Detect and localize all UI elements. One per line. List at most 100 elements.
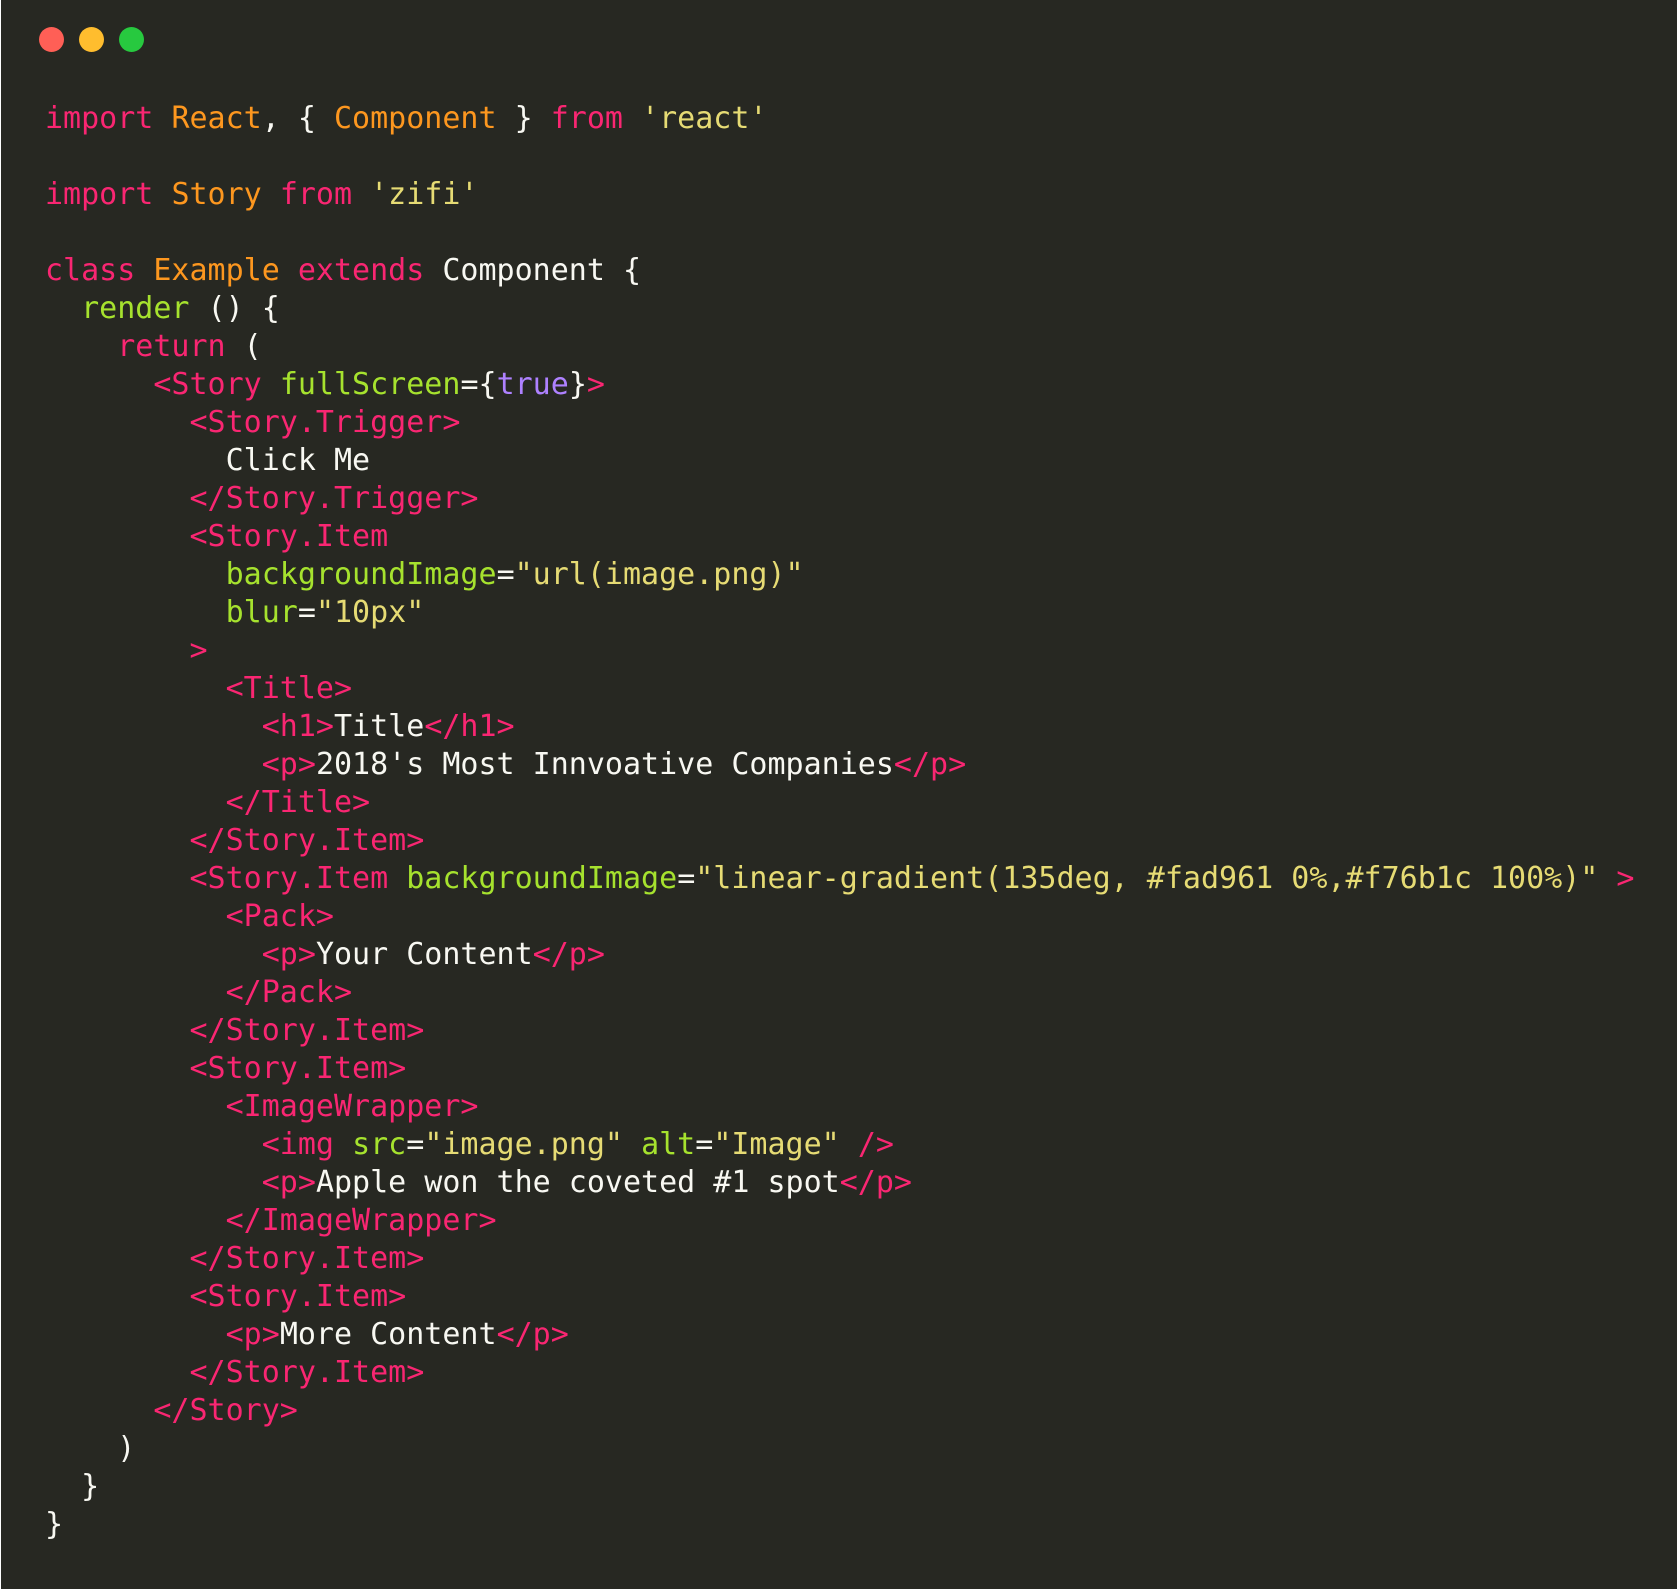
code-token: > <box>189 633 208 668</box>
code-token: </Story.Item> <box>189 1355 425 1390</box>
code-line: ) <box>45 1430 1634 1468</box>
code-token: from <box>550 101 623 136</box>
code-token: </Title> <box>225 785 371 820</box>
code-token: > <box>1616 861 1635 896</box>
code-line: </Story.Item> <box>45 1240 1634 1278</box>
code-token: <Story.Trigger> <box>189 405 461 440</box>
code-line: </Story.Item> <box>45 1012 1634 1050</box>
minimize-button[interactable] <box>79 27 104 52</box>
code-line: <p>More Content</p> <box>45 1316 1634 1354</box>
code-token: extends <box>297 253 425 288</box>
code-token: import <box>45 177 154 212</box>
window-controls <box>39 27 144 52</box>
code-line: return ( <box>45 328 1634 366</box>
code-token: 'zifi' <box>370 177 479 212</box>
code-token: class <box>45 253 136 288</box>
code-line: render () { <box>45 290 1634 328</box>
code-line: <p>Apple won the coveted #1 spot</p> <box>45 1164 1634 1202</box>
code-token: "Image" <box>713 1127 840 1162</box>
code-token: } <box>45 1507 64 1542</box>
code-token: <h1> <box>261 709 334 744</box>
code-line: > <box>45 632 1634 670</box>
code-line: </Story.Item> <box>45 1354 1634 1392</box>
code-token: Component <box>334 101 497 136</box>
code-line: import Story from 'zifi' <box>45 176 1634 214</box>
code-token: , { <box>261 101 334 136</box>
code-token: 2018's Most Innvoative Companies <box>315 747 894 782</box>
code-token: </p> <box>893 747 967 782</box>
code-block: import React, { Component } from 'react'… <box>45 100 1634 1544</box>
code-token: return <box>117 329 226 364</box>
close-button[interactable] <box>39 27 64 52</box>
code-line: </Title> <box>45 784 1634 822</box>
code-line: backgroundImage="url(image.png)" <box>45 556 1634 594</box>
code-token: </Story.Trigger> <box>189 481 479 516</box>
code-token: </Story.Item> <box>189 1241 425 1276</box>
code-token: from <box>279 177 353 212</box>
code-line: blur="10px" <box>45 594 1634 632</box>
code-line: <Story.Item> <box>45 1278 1634 1316</box>
code-line: <ImageWrapper> <box>45 1088 1634 1126</box>
code-line: </Story.Item> <box>45 822 1634 860</box>
code-line: <Story.Item> <box>45 1050 1634 1088</box>
code-token: = <box>496 557 515 592</box>
code-token: Story <box>171 177 262 212</box>
code-token: <img <box>261 1127 334 1162</box>
code-token: ( <box>225 329 262 364</box>
code-token: Click Me <box>45 443 371 478</box>
code-line: } <box>45 1468 1634 1506</box>
code-token: <p> <box>225 1317 280 1352</box>
code-token: <Title> <box>225 671 353 706</box>
code-line: <p>2018's Most Innvoative Companies</p> <box>45 746 1634 784</box>
code-line: class Example extends Component { <box>45 252 1634 290</box>
code-token: "linear-gradient(135deg, #fad961 0%,#f76… <box>695 861 1599 896</box>
code-line: } <box>45 1506 1634 1544</box>
code-token: import <box>45 101 154 136</box>
code-token: alt <box>641 1127 696 1162</box>
code-token: More Content <box>279 1317 497 1352</box>
code-token: render <box>81 291 190 326</box>
code-line: import React, { Component } from 'react' <box>45 100 1634 138</box>
code-token: backgroundImage <box>406 861 678 896</box>
maximize-button[interactable] <box>119 27 144 52</box>
code-token: ={ <box>460 367 497 402</box>
code-token: 'react' <box>641 101 768 136</box>
code-line: </Pack> <box>45 974 1634 1012</box>
code-token: <Pack> <box>225 899 334 934</box>
code-token: </Story.Item> <box>189 1013 425 1048</box>
code-token: > <box>586 367 605 402</box>
code-token: Apple won the coveted #1 spot <box>315 1165 840 1200</box>
code-token: "image.png" <box>424 1127 623 1162</box>
code-token: ) <box>45 1431 136 1466</box>
code-token: <p> <box>261 937 316 972</box>
